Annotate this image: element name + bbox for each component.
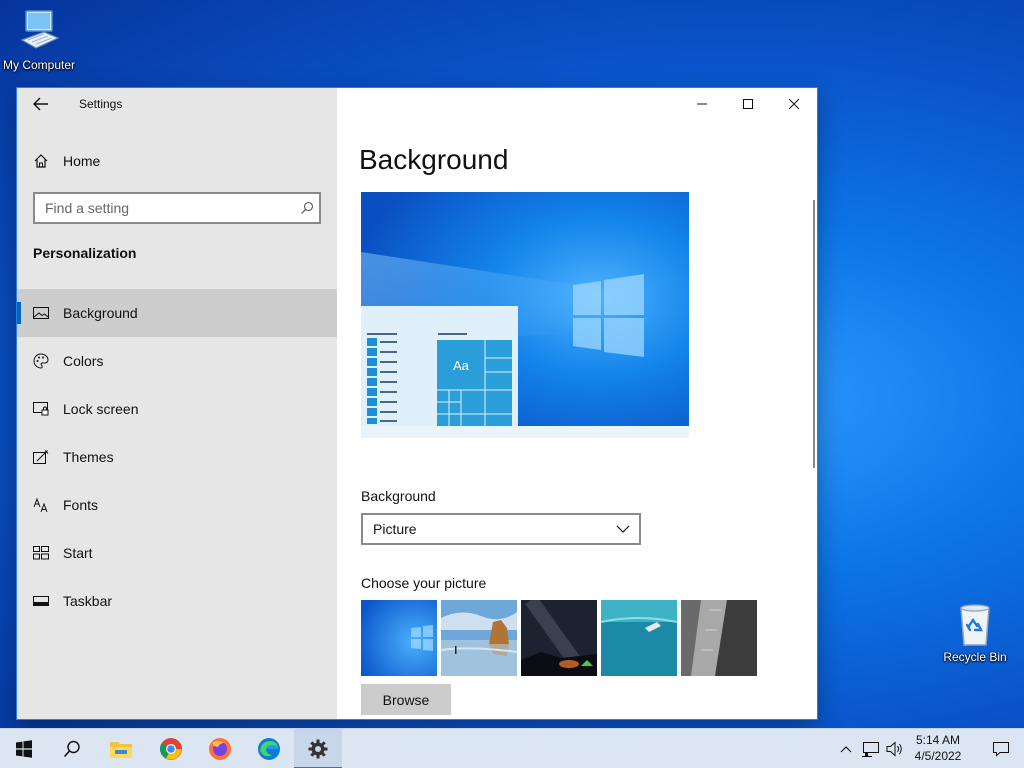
sidebar-item-label: Lock screen — [63, 401, 139, 417]
content-pane: Background Aa Background Picture Choose … — [337, 88, 817, 719]
sidebar-item-label: Background — [63, 305, 138, 321]
clock-time: 5:14 AM — [915, 733, 961, 747]
background-type-dropdown[interactable]: Picture — [361, 513, 641, 545]
taskbar-file-explorer[interactable] — [97, 729, 145, 768]
start-icon — [33, 545, 49, 561]
folder-icon — [110, 742, 132, 758]
picture-thumbnails — [361, 600, 757, 676]
start-button[interactable] — [0, 729, 48, 768]
taskbar-chrome[interactable] — [147, 729, 195, 768]
firefox-icon — [209, 738, 231, 760]
dropdown-value: Picture — [373, 521, 417, 537]
background-preview: Aa — [361, 192, 689, 438]
choose-picture-label: Choose your picture — [361, 575, 487, 591]
taskbar-edge[interactable] — [245, 729, 293, 768]
network-button[interactable] — [860, 729, 882, 768]
sidebar-item-home[interactable]: Home — [33, 150, 100, 172]
taskbar-settings[interactable] — [294, 729, 342, 768]
sidebar-item-fonts[interactable]: Fonts — [17, 481, 337, 529]
taskbar: 5:14 AM 4/5/2022 — [0, 728, 1024, 768]
recycle-bin-icon — [960, 604, 990, 646]
back-button[interactable] — [31, 95, 51, 113]
sidebar-item-lock-screen[interactable]: Lock screen — [17, 385, 337, 433]
palette-icon — [33, 353, 49, 369]
sidebar-item-label: Fonts — [63, 497, 99, 513]
chrome-icon — [160, 738, 182, 760]
picture-thumbnail-rock-cliff[interactable] — [681, 600, 757, 676]
sidebar-item-colors[interactable]: Colors — [17, 337, 337, 385]
settings-window: Settings Home Personalization — [17, 88, 817, 719]
picture-thumbnail-underwater-swimmer[interactable] — [601, 600, 677, 676]
title-bar[interactable]: Settings — [17, 88, 337, 120]
taskbar-search-button[interactable] — [48, 729, 96, 768]
browse-button[interactable]: Browse — [361, 684, 451, 715]
sidebar-item-label: Colors — [63, 353, 104, 369]
preview-tile-text: Aa — [453, 358, 470, 373]
fonts-icon — [33, 497, 49, 513]
background-type-label: Background — [361, 488, 436, 504]
network-icon — [862, 742, 879, 757]
picture-icon — [33, 305, 49, 321]
themes-icon — [33, 449, 49, 465]
clock-date: 4/5/2022 — [914, 749, 962, 763]
window-controls — [679, 88, 817, 120]
sidebar-item-background[interactable]: Background — [17, 289, 337, 337]
chevron-down-icon — [607, 525, 639, 533]
picture-thumbnail-beach-rocks[interactable] — [441, 600, 517, 676]
gear-icon — [308, 739, 328, 759]
taskbar-icon — [33, 593, 49, 609]
lock-screen-icon — [33, 401, 49, 417]
sidebar-item-label: Home — [63, 153, 101, 169]
desktop-icon-label: Recycle Bin — [943, 650, 1007, 664]
windows-start-icon — [16, 740, 32, 758]
sidebar-item-themes[interactable]: Themes — [17, 433, 337, 481]
sidebar-item-label: Taskbar — [63, 593, 113, 609]
picture-thumbnail-night-sky[interactable] — [521, 600, 597, 676]
notification-icon — [993, 742, 1009, 757]
edge-icon — [258, 738, 280, 760]
page-title: Background — [359, 144, 509, 175]
maximize-button[interactable] — [725, 88, 771, 120]
search-icon[interactable] — [295, 201, 319, 215]
desktop-icon-label: My Computer — [2, 58, 76, 72]
picture-thumbnail-windows-blue[interactable] — [361, 600, 437, 676]
search-input[interactable] — [35, 194, 295, 222]
maximize-icon — [743, 99, 753, 109]
search-box[interactable] — [33, 192, 321, 224]
close-button[interactable] — [771, 88, 817, 120]
minimize-icon — [697, 103, 707, 105]
computer-icon — [20, 10, 60, 49]
app-title: Settings — [79, 97, 123, 111]
close-icon — [788, 98, 800, 110]
chevron-up-icon — [840, 746, 852, 753]
sidebar-item-taskbar[interactable]: Taskbar — [17, 577, 337, 625]
show-hidden-icons-button[interactable] — [836, 729, 856, 768]
sidebar-nav: Background Colors Lock screen Themes Fon… — [17, 289, 337, 625]
arrow-left-icon — [33, 97, 48, 111]
desktop-icon-recycle-bin[interactable]: Recycle Bin — [933, 600, 1017, 664]
desktop-icon-my-computer[interactable]: My Computer — [0, 8, 81, 72]
sidebar-item-label: Start — [63, 545, 93, 561]
home-icon — [34, 154, 48, 168]
section-title: Personalization — [33, 245, 137, 261]
taskbar-firefox[interactable] — [196, 729, 244, 768]
sidebar-item-start[interactable]: Start — [17, 529, 337, 577]
search-icon — [63, 740, 80, 758]
sidebar: Settings Home Personalization — [17, 88, 337, 719]
action-center-button[interactable] — [978, 729, 1024, 768]
sidebar-item-label: Themes — [63, 449, 114, 465]
minimize-button[interactable] — [679, 88, 725, 120]
system-clock[interactable]: 5:14 AM 4/5/2022 — [902, 732, 974, 764]
scrollbar[interactable] — [813, 200, 815, 468]
